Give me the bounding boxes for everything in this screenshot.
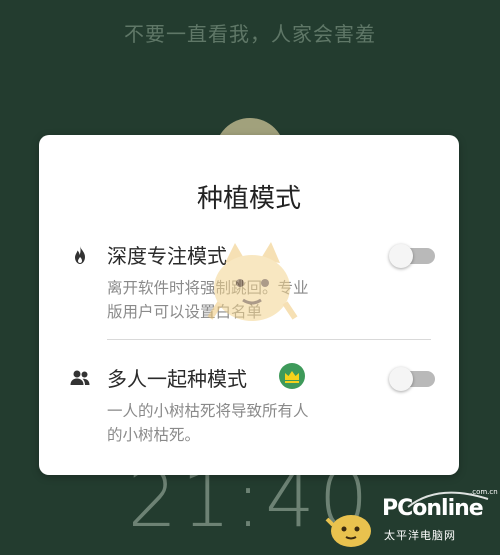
description-line: 的小树枯死。: [107, 426, 201, 444]
dialog-title: 种植模式: [196, 184, 301, 214]
mascot-small-icon: [325, 515, 371, 547]
watermark-logo: PConline: [382, 496, 484, 521]
description-line: 一人的小树枯死将导致所有人: [107, 402, 309, 420]
multiplayer-mode-description: 一人的小树枯死将导致所有人 的小树枯死。: [107, 399, 377, 447]
watermark-url: .com.cn: [470, 488, 498, 496]
fire-icon: [69, 244, 91, 266]
toggle-knob: [389, 367, 413, 391]
divider: [107, 339, 431, 340]
multiplayer-mode-title: 多人一起种模式: [107, 367, 247, 391]
deep-focus-mode-toggle[interactable]: [389, 244, 437, 268]
toggle-knob: [389, 244, 413, 268]
background-hint-text: 不要一直看我，人家会害羞: [124, 22, 376, 46]
pconline-watermark: .com.cn PConline 太平洋电脑网: [378, 485, 498, 549]
people-icon: [69, 367, 91, 389]
mascot-watermark-icon: [207, 242, 298, 321]
multiplayer-mode-toggle[interactable]: [389, 367, 437, 391]
crown-icon: [279, 363, 305, 389]
watermark-subtitle: 太平洋电脑网: [384, 529, 456, 542]
